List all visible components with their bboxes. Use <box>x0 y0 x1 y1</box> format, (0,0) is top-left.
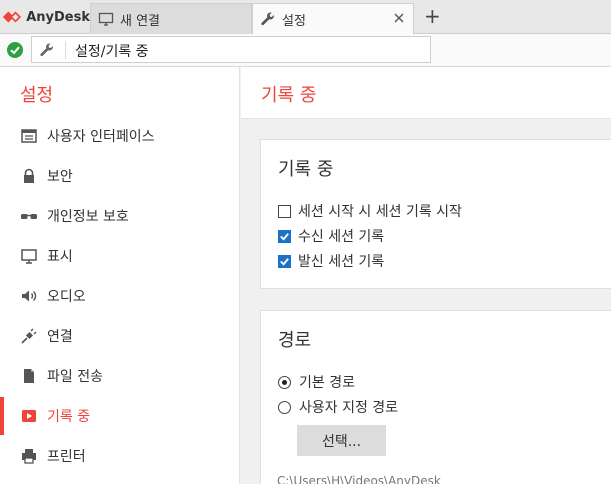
default-path-radio[interactable]: 기본 경로 <box>278 372 355 392</box>
tab-label: 설정 <box>282 13 306 29</box>
sidebar-item-display[interactable]: 표시 <box>0 237 239 275</box>
new-tab-plus-icon[interactable]: + <box>424 6 441 26</box>
close-tab-icon[interactable] <box>393 12 405 24</box>
record-incoming-sessions-checkbox[interactable]: 수신 세션 기록 <box>278 226 384 246</box>
recording-card-title: 기록 중 <box>278 159 334 180</box>
wrench-icon <box>39 42 55 58</box>
sidebar-item-label: 표시 <box>47 249 73 265</box>
tab-new-connection[interactable]: 새 연결 <box>90 3 252 34</box>
settings-sidebar: 설정 사용자 인터페이스 보안 개인정보 보호 표시 오디오 연결 파일 전송 … <box>0 67 240 484</box>
tab-settings[interactable]: 설정 <box>252 3 414 34</box>
checkbox-label: 수신 세션 기록 <box>298 229 385 245</box>
glasses-icon <box>20 207 38 225</box>
sidebar-item-privacy[interactable]: 개인정보 보호 <box>0 197 239 235</box>
lock-icon <box>20 167 38 185</box>
radio-dot <box>282 379 287 385</box>
checkbox[interactable] <box>278 204 291 218</box>
sidebar-item-connection[interactable]: 연결 <box>0 317 239 355</box>
sidebar-item-recording[interactable]: 기록 중 <box>0 397 239 435</box>
monitor-icon <box>20 247 38 265</box>
checkbox-checked[interactable] <box>278 254 291 268</box>
check-circle-icon <box>6 41 24 59</box>
path-card-title: 경로 <box>278 330 312 351</box>
printer-icon <box>20 447 38 465</box>
sidebar-item-label: 보안 <box>47 169 73 185</box>
sidebar-item-label: 기록 중 <box>47 409 91 425</box>
checkmark-icon <box>280 232 289 241</box>
current-path: C:\Users\H\Videos\AnyDesk <box>277 474 441 484</box>
sidebar-item-label: 개인정보 보호 <box>47 209 129 225</box>
sidebar-item-label: 프린터 <box>47 449 86 465</box>
sidebar-item-printer[interactable]: 프린터 <box>0 437 239 475</box>
settings-main: 기록 중 기록 중 세션 시작 시 세션 기록 시작 수신 세션 기록 발신 세… <box>241 67 611 484</box>
recording-card: 기록 중 세션 시작 시 세션 기록 시작 수신 세션 기록 발신 세션 기록 <box>260 139 611 289</box>
sidebar-item-label: 연결 <box>47 329 73 345</box>
window-icon <box>20 127 38 145</box>
radio[interactable] <box>278 400 291 414</box>
sidebar-title: 설정 <box>20 85 54 106</box>
record-outgoing-sessions-checkbox[interactable]: 발신 세션 기록 <box>278 251 384 271</box>
checkbox-label: 세션 시작 시 세션 기록 시작 <box>298 204 462 220</box>
anydesk-brand[interactable]: AnyDesk <box>0 0 90 34</box>
sidebar-item-security[interactable]: 보안 <box>0 157 239 195</box>
plug-icon <box>20 327 38 345</box>
record-icon <box>20 407 38 425</box>
custom-path-radio[interactable]: 사용자 지정 경로 <box>278 397 398 417</box>
address-input[interactable]: 설정/기록 중 <box>31 36 431 63</box>
sidebar-item-label: 오디오 <box>47 289 86 305</box>
radio-selected[interactable] <box>278 375 291 389</box>
anydesk-logo-icon <box>2 11 22 23</box>
sidebar-item-file-transfer[interactable]: 파일 전송 <box>0 357 239 395</box>
file-icon <box>20 367 38 385</box>
tab-bar: AnyDesk 새 연결 설정 + <box>0 0 611 34</box>
sidebar-item-label: 파일 전송 <box>47 369 103 385</box>
sidebar-item-user-interface[interactable]: 사용자 인터페이스 <box>0 117 239 155</box>
speaker-icon <box>20 287 38 305</box>
sidebar-item-audio[interactable]: 오디오 <box>0 277 239 315</box>
tab-label: 새 연결 <box>120 13 161 29</box>
checkmark-icon <box>280 257 289 266</box>
brand-name: AnyDesk <box>26 9 90 25</box>
checkbox-label: 발신 세션 기록 <box>298 254 385 270</box>
radio-label: 기본 경로 <box>299 375 355 391</box>
address-bar: 설정/기록 중 <box>0 34 611 67</box>
checkbox-checked[interactable] <box>278 229 291 243</box>
path-card: 경로 기본 경로 사용자 지정 경로 선택... C:\Users\H\Vide… <box>260 310 611 484</box>
wrench-icon <box>260 11 276 27</box>
address-separator <box>65 41 66 59</box>
main-header: 기록 중 <box>241 67 611 119</box>
select-path-button[interactable]: 선택... <box>297 425 386 456</box>
sidebar-item-label: 사용자 인터페이스 <box>47 129 155 145</box>
address-text: 설정/기록 중 <box>75 44 149 60</box>
radio-label: 사용자 지정 경로 <box>299 400 399 416</box>
page-title: 기록 중 <box>261 85 317 106</box>
monitor-icon <box>98 11 114 27</box>
record-on-session-start-checkbox[interactable]: 세션 시작 시 세션 기록 시작 <box>278 201 462 221</box>
